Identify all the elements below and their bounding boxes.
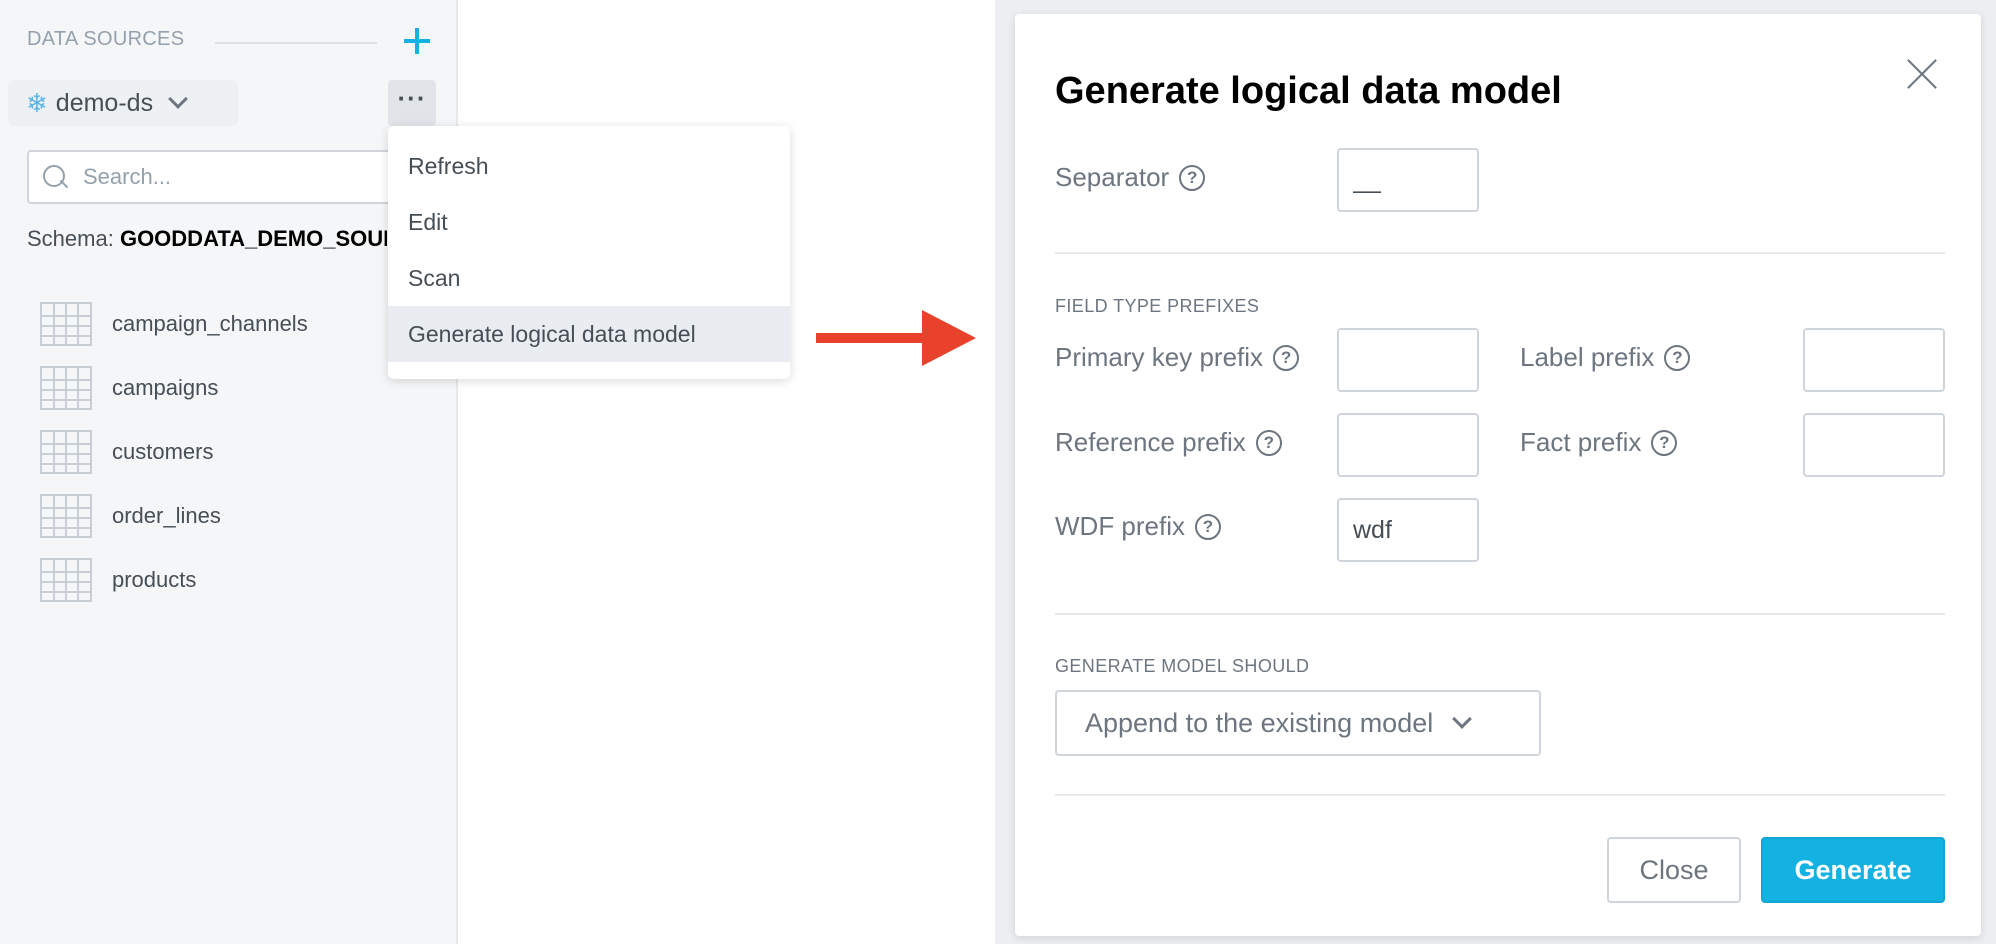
divider [1055,794,1945,796]
generate-model-should-heading: GENERATE MODEL SHOULD [1055,656,1310,676]
menu-item-edit[interactable]: Edit [388,194,790,250]
data-sources-header: DATA SOURCES [27,28,185,50]
table-name: campaigns [112,375,219,400]
schema-label: Schema: [27,226,114,251]
snowflake-icon: ❄ [26,88,48,118]
primary-key-prefix-label: Primary key prefix ? [1055,342,1300,373]
menu-item-scan[interactable]: Scan [388,250,790,306]
divider [1055,252,1945,254]
search-input[interactable] [83,164,383,190]
schema-info: Schema: GOODDATA_DEMO_SOURCE [27,226,387,252]
arrow-right-icon [816,310,976,366]
field-type-prefixes-heading: FIELD TYPE PREFIXES [1055,296,1260,316]
generate-ldm-dialog: Generate logical data model Separator ? … [1015,14,1981,936]
table-row[interactable]: campaigns [40,356,308,420]
generate-button[interactable]: Generate [1761,837,1945,903]
help-icon[interactable]: ? [1255,429,1282,456]
separator-label: Separator ? [1055,162,1206,193]
close-icon[interactable] [1905,56,1941,92]
table-name: customers [112,439,214,464]
label-prefix-label: Label prefix ? [1520,342,1691,373]
fact-prefix-label: Fact prefix ? [1520,427,1678,458]
menu-item-generate-ldm[interactable]: Generate logical data model [388,306,790,362]
data-source-name: demo-ds [55,88,154,117]
primary-key-prefix-label-text: Primary key prefix [1055,342,1264,372]
table-icon [40,558,92,602]
table-icon [40,430,92,474]
reference-prefix-label: Reference prefix ? [1055,427,1282,458]
label-prefix-input[interactable] [1803,328,1945,392]
wdf-prefix-input[interactable] [1337,498,1479,562]
table-row[interactable]: products [40,548,308,612]
dialog-title: Generate logical data model [1055,70,1562,112]
header-divider [215,42,377,44]
table-icon [40,494,92,538]
table-row[interactable]: campaign_channels [40,292,308,356]
table-row[interactable]: customers [40,420,308,484]
table-name: campaign_channels [112,311,308,336]
reference-prefix-input[interactable] [1337,413,1479,477]
generate-mode-select[interactable]: Append to the existing model [1055,690,1541,756]
table-name: products [112,567,197,592]
table-name: order_lines [112,503,221,528]
separator-label-text: Separator [1055,162,1170,192]
fact-prefix-label-text: Fact prefix [1520,427,1642,457]
primary-key-prefix-input[interactable] [1337,328,1479,392]
generate-mode-value: Append to the existing model [1085,707,1434,738]
reference-prefix-label-text: Reference prefix [1055,427,1246,457]
table-icon [40,366,92,410]
search-icon [43,165,67,189]
close-button[interactable]: Close [1607,837,1741,903]
help-icon[interactable]: ? [1273,344,1300,371]
data-source-menu: Refresh Edit Scan Generate logical data … [388,126,790,379]
help-icon[interactable]: ? [1179,164,1206,191]
table-list: campaign_channels campaigns customers or… [40,292,308,612]
divider [1055,613,1945,615]
more-options-button[interactable]: ··· [388,80,436,126]
menu-item-refresh[interactable]: Refresh [388,138,790,194]
wdf-prefix-label-text: WDF prefix [1055,511,1185,541]
fact-prefix-input[interactable] [1803,413,1945,477]
wdf-prefix-label: WDF prefix ? [1055,511,1221,542]
add-data-source-button[interactable] [400,24,434,58]
chevron-down-icon [168,89,188,109]
data-source-selector[interactable]: ❄ demo-ds [8,80,238,126]
table-icon [40,302,92,346]
label-prefix-label-text: Label prefix [1520,342,1655,372]
table-row[interactable]: order_lines [40,484,308,548]
help-icon[interactable]: ? [1651,429,1678,456]
search-box[interactable] [27,150,427,204]
chevron-down-icon [1452,709,1473,729]
separator-input[interactable] [1337,148,1479,212]
schema-value: GOODDATA_DEMO_SOURCE [119,226,387,251]
help-icon[interactable]: ? [1664,344,1691,371]
help-icon[interactable]: ? [1195,513,1221,540]
